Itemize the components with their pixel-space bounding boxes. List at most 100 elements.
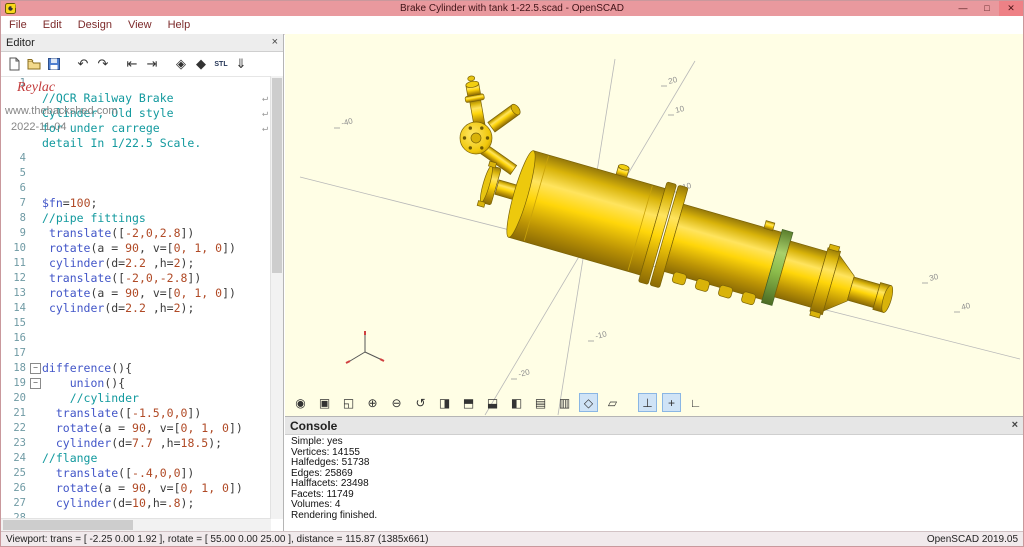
show-scale-markers-icon[interactable]: ∟ [686,393,705,412]
model-pipe-fittings[interactable] [460,74,522,174]
save-file-icon[interactable] [44,54,64,74]
render-icon[interactable]: ◆ [191,54,211,74]
view-top-icon[interactable]: ⬒ [459,393,478,412]
code-row[interactable]: 27 cylinder(d=10,h=.8); [1,496,271,511]
menu-item-design[interactable]: Design [70,19,120,31]
view-bottom-icon[interactable]: ⬓ [483,393,502,412]
3d-viewport[interactable]: 2010-4010-10-203040 [285,34,1023,416]
export-stl-icon[interactable]: STL [211,54,231,74]
redo-icon[interactable]: ↷ [93,54,113,74]
code-row[interactable]: 24//flange [1,451,271,466]
zoom-in-icon[interactable]: ⊕ [363,393,382,412]
code-row[interactable]: 13 rotate(a = 90, v=[0, 1, 0]) [1,286,271,301]
code-row[interactable]: 9 translate([-2,0,2.8]) [1,226,271,241]
code-area[interactable]: 1//QCR Railway Brake↵Cylinder, Old style… [1,76,271,519]
code-row[interactable]: 15 [1,316,271,331]
code-row[interactable]: 21 translate([-1.5,0,0]) [1,406,271,421]
show-crosshairs-icon[interactable]: + [662,393,681,412]
code-row[interactable]: Cylinder, Old style↵ [1,106,271,121]
svg-text:-10: -10 [594,329,608,341]
code-row[interactable]: 12 translate([-2,0,-2.8]) [1,271,271,286]
view-render-icon[interactable]: ▣ [315,393,334,412]
console-body: Simple: yesVertices: 14155Halfedges: 517… [285,435,1023,523]
open-file-icon[interactable] [24,54,44,74]
fold-marker-icon[interactable]: − [30,363,41,374]
code-text [42,316,271,331]
maximize-button[interactable]: □ [975,1,999,16]
model-3d[interactable] [469,129,907,350]
print-icon[interactable]: ⇓ [231,54,251,74]
code-row[interactable]: 14 cylinder(d=2.2 ,h=2); [1,301,271,316]
minimize-button[interactable]: — [951,1,975,16]
view-orthogonal-icon[interactable]: ▱ [603,393,622,412]
code-text: cylinder(d=10,h=.8); [42,496,271,511]
editor-close-icon[interactable]: × [272,35,278,50]
view-left-icon[interactable]: ◧ [507,393,526,412]
code-row[interactable]: 18−difference(){ [1,361,271,376]
code-row[interactable]: 6 [1,181,271,196]
code-row[interactable]: 4 [1,151,271,166]
wrap-marker-icon: ↵ [262,106,268,121]
menu-item-help[interactable]: Help [160,19,199,31]
code-row[interactable]: 23 cylinder(d=7.7 ,h=18.5); [1,436,271,451]
view-perspective-icon[interactable]: ◇ [579,393,598,412]
view-right-icon[interactable]: ◨ [435,393,454,412]
scrollbar-thumb[interactable] [272,78,282,273]
reset-view-icon[interactable]: ↺ [411,393,430,412]
code-row[interactable]: for under carrege↵ [1,121,271,136]
code-row[interactable]: 19− union(){ [1,376,271,391]
show-axes-icon[interactable]: ⊥ [638,393,657,412]
undo-icon[interactable]: ↶ [73,54,93,74]
fold-marker-icon[interactable]: − [30,378,41,389]
code-row[interactable]: 16 [1,331,271,346]
code-row[interactable]: 22 rotate(a = 90, v=[0, 1, 0]) [1,421,271,436]
code-row[interactable]: 8//pipe fittings [1,211,271,226]
menu-item-file[interactable]: File [1,19,35,31]
title-bar[interactable]: Brake Cylinder with tank 1-22.5.scad - O… [1,1,1023,16]
editor-horizontal-scrollbar[interactable] [1,518,271,531]
svg-text:-40: -40 [340,116,354,128]
view-back-icon[interactable]: ▥ [555,393,574,412]
code-row[interactable]: 17 [1,346,271,361]
code-row[interactable]: 1 [1,76,271,91]
line-number: 12 [1,271,29,286]
code-text: //cylinder [42,391,271,406]
code-row[interactable]: 20 //cylinder [1,391,271,406]
scrollbar-thumb[interactable] [3,520,133,530]
close-button[interactable]: ✕ [999,1,1023,16]
view-preview-icon[interactable]: ◉ [291,393,310,412]
fold-margin [29,346,42,361]
indent-icon[interactable]: ⇥ [142,54,162,74]
code-row[interactable]: 7$fn=100; [1,196,271,211]
code-row[interactable]: //QCR Railway Brake↵ [1,91,271,106]
editor-panel: Editor × ↶↷⇤⇥◈◆STL⇓ 1//QCR Railway Brake… [1,34,284,531]
console-close-icon[interactable]: × [1012,418,1018,433]
unindent-icon[interactable]: ⇤ [122,54,142,74]
code-row[interactable]: 26 rotate(a = 90, v=[0, 1, 0]) [1,481,271,496]
menu-item-view[interactable]: View [120,19,160,31]
line-number: 1 [1,76,29,91]
code-text: for under carrege [42,121,271,136]
zoom-out-icon[interactable]: ⊖ [387,393,406,412]
code-row[interactable]: detail In 1/22.5 Scale. [1,136,271,151]
code-row[interactable]: 10 rotate(a = 90, v=[0, 1, 0]) [1,241,271,256]
menu-item-edit[interactable]: Edit [35,19,70,31]
code-row[interactable]: 25 translate([-.4,0,0]) [1,466,271,481]
line-number: 16 [1,331,29,346]
viewport-scene[interactable]: 2010-4010-10-203040 [285,34,1023,416]
preview-icon[interactable]: ◈ [171,54,191,74]
view-front-icon[interactable]: ▤ [531,393,550,412]
code-text: rotate(a = 90, v=[0, 1, 0]) [42,481,271,496]
fold-margin [29,76,42,91]
new-file-icon[interactable] [4,54,24,74]
line-number: 18 [1,361,29,376]
code-text [42,331,271,346]
orientation-axes-icon [346,331,384,363]
code-text: //pipe fittings [42,211,271,226]
editor-vertical-scrollbar[interactable] [270,76,283,519]
code-text: difference(){ [42,361,271,376]
code-row[interactable]: 5 [1,166,271,181]
zoom-all-icon[interactable]: ◱ [339,393,358,412]
code-row[interactable]: 11 cylinder(d=2.2 ,h=2); [1,256,271,271]
fold-margin [29,436,42,451]
